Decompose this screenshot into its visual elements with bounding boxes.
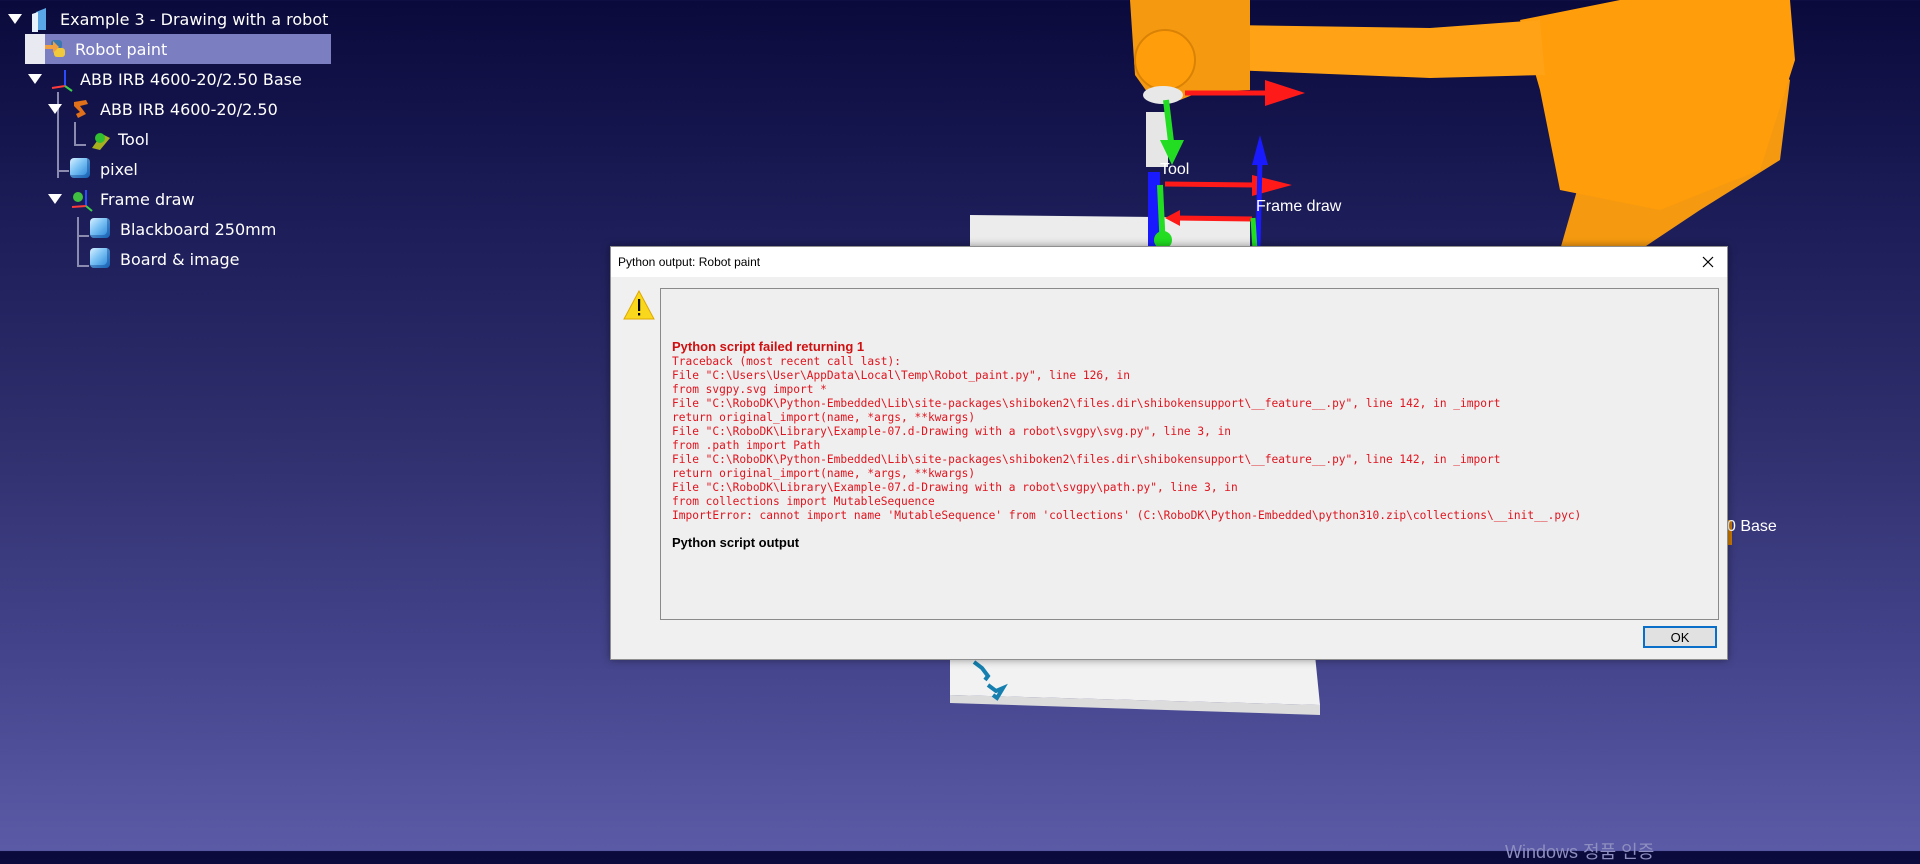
traceback-line: File "C:\Users\User\AppData\Local\Temp\R… bbox=[672, 369, 1131, 382]
robot-shoulder bbox=[1520, 0, 1795, 210]
traceback-line: return original_import(name, *args, **kw… bbox=[672, 467, 976, 480]
frame-icon bbox=[50, 68, 73, 92]
tree-item-board-image[interactable]: Board & image bbox=[90, 244, 240, 274]
tree-connector bbox=[57, 170, 69, 172]
tree-item-pixel[interactable]: pixel bbox=[70, 154, 138, 184]
frame-x-axis bbox=[1164, 181, 1256, 188]
label-base: 0 Base bbox=[1727, 518, 1777, 535]
traceback-line: File "C:\RoboDK\Python-Embedded\Lib\site… bbox=[672, 397, 1501, 410]
selection-margin bbox=[25, 34, 45, 64]
robot-flange bbox=[1143, 86, 1183, 104]
label-tool: Tool bbox=[1160, 161, 1190, 178]
frame-z-arrow bbox=[1252, 135, 1268, 165]
object-icon bbox=[70, 158, 92, 180]
tree-connector bbox=[74, 144, 86, 146]
traceback-line: File "C:\RoboDK\Library\Example-07.d-Dra… bbox=[672, 481, 1238, 494]
close-icon bbox=[1702, 256, 1714, 268]
tree-item-station[interactable]: Example 3 - Drawing with a robot bbox=[8, 4, 328, 34]
python-icon bbox=[45, 38, 67, 60]
python-output-dialog: Python output: Robot paint Python script… bbox=[610, 246, 1728, 660]
robot-arm bbox=[1230, 20, 1545, 78]
frame-red-axis-2 bbox=[1174, 215, 1253, 222]
robot-wrist bbox=[1134, 29, 1196, 91]
tree-connector bbox=[77, 235, 89, 237]
traceback-line: return original_import(name, *args, **kw… bbox=[672, 411, 976, 424]
tool-body bbox=[1146, 112, 1168, 167]
tree-connector bbox=[77, 217, 79, 267]
collapse-toggle-icon[interactable] bbox=[48, 104, 62, 114]
windows-activation-watermark: Windows 정품 인증 bbox=[1505, 842, 1655, 862]
tree-connector bbox=[74, 122, 76, 146]
traceback-line: Traceback (most recent call last): bbox=[672, 355, 902, 368]
traceback-line: from svgpy.svg import * bbox=[672, 383, 827, 396]
close-button[interactable] bbox=[1697, 251, 1719, 273]
ok-button[interactable]: OK bbox=[1643, 626, 1717, 648]
tree-item-label: ABB IRB 4600-20/2.50 bbox=[100, 99, 278, 119]
tree-item-tool[interactable]: Tool bbox=[88, 124, 149, 154]
tree-item-robot[interactable]: ABB IRB 4600-20/2.50 bbox=[48, 94, 278, 124]
traceback-line: from .path import Path bbox=[672, 439, 821, 452]
dialog-titlebar[interactable]: Python output: Robot paint bbox=[611, 247, 1727, 277]
tree-item-label: Tool bbox=[118, 129, 150, 149]
tree-connector bbox=[77, 265, 89, 267]
tool-icon bbox=[88, 128, 110, 150]
traceback-line: File "C:\RoboDK\Python-Embedded\Lib\site… bbox=[672, 453, 1501, 466]
tool-x-arrow bbox=[1265, 80, 1305, 106]
collapse-toggle-icon[interactable] bbox=[48, 194, 62, 204]
station-icon bbox=[30, 8, 52, 32]
tree-item-label: Board & image bbox=[120, 249, 240, 269]
traceback-line: ImportError: cannot import name 'Mutable… bbox=[672, 509, 1582, 522]
frame-icon bbox=[70, 188, 93, 212]
traceback-line: from collections import MutableSequence bbox=[672, 495, 935, 508]
dialog-title: Python output: Robot paint bbox=[618, 255, 761, 269]
tree-item-label: Blackboard 250mm bbox=[120, 219, 277, 239]
script-output-textbox[interactable]: Python script failed returning 1 Traceba… bbox=[660, 288, 1719, 620]
collapse-toggle-icon[interactable] bbox=[8, 14, 22, 24]
tree-item-robot-base[interactable]: ABB IRB 4600-20/2.50 Base bbox=[28, 64, 302, 94]
traceback-line: File "C:\RoboDK\Library\Example-07.d-Dra… bbox=[672, 425, 1232, 438]
tree-item-label: Robot paint bbox=[75, 39, 168, 59]
robot-icon bbox=[70, 98, 92, 120]
warning-icon bbox=[623, 290, 655, 320]
tree-item-robot-paint[interactable]: Robot paint bbox=[25, 34, 331, 64]
tree-item-label: Example 3 - Drawing with a robot bbox=[60, 9, 329, 29]
object-icon bbox=[90, 218, 112, 240]
tree-item-label: pixel bbox=[100, 159, 138, 179]
object-icon bbox=[90, 248, 112, 270]
traceback-text: Traceback (most recent call last): File "… bbox=[672, 355, 1581, 523]
label-frame-draw: Frame draw bbox=[1256, 198, 1342, 215]
tree-item-blackboard[interactable]: Blackboard 250mm bbox=[90, 214, 276, 244]
error-heading: Python script failed returning 1 bbox=[672, 339, 865, 354]
collapse-toggle-icon[interactable] bbox=[28, 74, 42, 84]
output-heading: Python script output bbox=[672, 535, 800, 550]
tree-item-frame-draw[interactable]: Frame draw bbox=[48, 184, 195, 214]
tree-item-label: Frame draw bbox=[100, 189, 195, 209]
tree-item-label: ABB IRB 4600-20/2.50 Base bbox=[80, 69, 302, 89]
